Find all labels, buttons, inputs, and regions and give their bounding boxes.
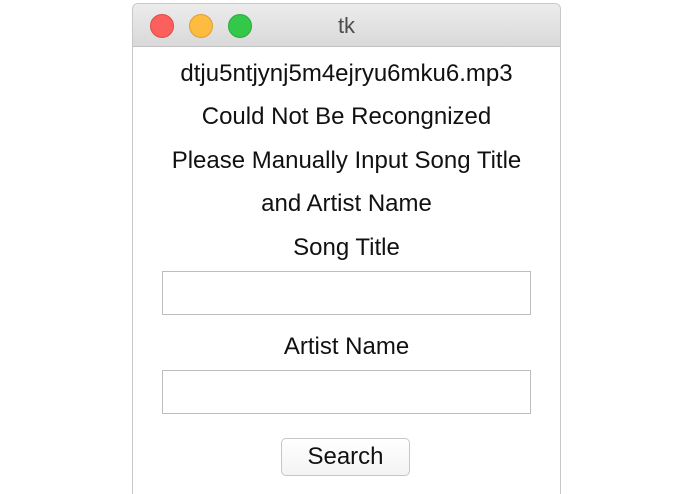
status-message: Could Not Be Recongnized	[201, 103, 492, 130]
dialog-content: dtju5ntjynj5m4ejryu6mku6.mp3 Could Not B…	[133, 47, 560, 494]
filename-label: dtju5ntjynj5m4ejryu6mku6.mp3	[180, 60, 513, 87]
title-bar[interactable]: tk	[133, 4, 560, 47]
minimize-window-button[interactable]	[189, 14, 213, 38]
artist-name-input[interactable]	[162, 370, 531, 414]
zoom-window-button[interactable]	[228, 14, 252, 38]
artist-name-label: Artist Name	[283, 333, 410, 360]
song-title-label: Song Title	[293, 234, 400, 261]
instruction-line-1: Please Manually Input Song Title	[171, 147, 522, 174]
app-window: tk dtju5ntjynj5m4ejryu6mku6.mp3 Could No…	[132, 3, 561, 494]
search-button[interactable]: Search	[281, 438, 410, 476]
instruction-line-2: and Artist Name	[261, 190, 432, 217]
close-window-button[interactable]	[150, 14, 174, 38]
song-title-input[interactable]	[162, 271, 531, 315]
